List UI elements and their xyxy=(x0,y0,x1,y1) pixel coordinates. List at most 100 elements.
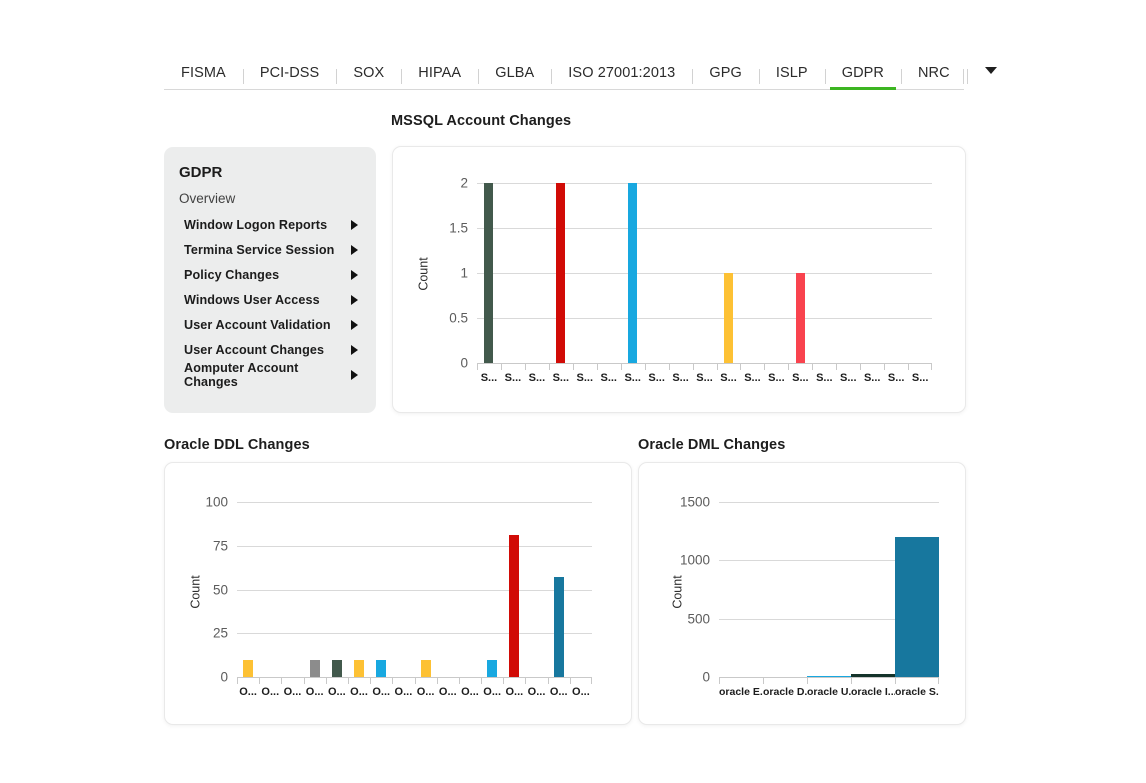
bar-slot xyxy=(788,184,812,363)
x-axis-tick-label: O... xyxy=(569,678,592,698)
sidebar-item-label: User Account Validation xyxy=(184,317,331,332)
x-axis-tick-label: S... xyxy=(596,364,621,384)
bar-slot xyxy=(281,503,303,677)
bar[interactable] xyxy=(487,659,498,677)
y-axis-tick-label: 1500 xyxy=(679,494,710,510)
tab-pci-dss[interactable]: PCI-DSS xyxy=(242,65,337,90)
bar-slot xyxy=(764,184,788,363)
sidebar-item-windows-user-access[interactable]: Windows User Access xyxy=(164,287,376,312)
sidebar-item-label: Windows User Access xyxy=(184,292,320,307)
sidebar-item-label: Policy Changes xyxy=(184,267,280,282)
bar[interactable] xyxy=(556,183,566,363)
y-axis-tick-label: 25 xyxy=(212,625,228,641)
bar[interactable] xyxy=(354,659,365,677)
x-axis-tick-label: O... xyxy=(237,678,259,698)
bar-slot xyxy=(525,184,549,363)
tabs-overflow-button[interactable] xyxy=(966,66,1015,90)
sidebar-item-termina-service-session[interactable]: Termina Service Session xyxy=(164,237,376,262)
bar-slot xyxy=(812,184,836,363)
sidebar-item-window-logon-reports[interactable]: Window Logon Reports xyxy=(164,212,376,237)
bar-slot xyxy=(548,503,570,677)
sidebar-title: GDPR xyxy=(179,164,223,181)
bar[interactable] xyxy=(420,659,431,677)
x-axis-tick-label: S... xyxy=(788,364,812,384)
compliance-tabbar: FISMA PCI-DSS SOX HIPAA GLBA ISO 27001:2… xyxy=(164,52,997,90)
bar-slot xyxy=(477,183,501,363)
tab-islp[interactable]: ISLP xyxy=(758,65,825,90)
oracle-ddl-chart-card: Count 0 25 50 75 100 O... O... O... O... O... O...… xyxy=(164,462,632,725)
bar[interactable] xyxy=(243,659,254,677)
x-axis-tick-label: O... xyxy=(347,678,370,698)
tab-nrc[interactable]: NRC xyxy=(900,65,967,90)
tab-fisma[interactable]: FISMA xyxy=(164,65,243,90)
bar[interactable] xyxy=(851,674,895,677)
tab-gdpr[interactable]: GDPR xyxy=(824,65,901,90)
sidebar-item-policy-changes[interactable]: Policy Changes xyxy=(164,262,376,287)
sidebar-item-user-account-changes[interactable]: User Account Changes xyxy=(164,337,376,362)
bar[interactable] xyxy=(795,273,805,363)
x-axis-tick-label: oracle D... xyxy=(763,678,807,698)
sidebar-item-aomputer-account-changes[interactable]: Aomputer Account Changes xyxy=(164,360,376,389)
bar-slot xyxy=(807,503,851,677)
tab-sox[interactable]: SOX xyxy=(336,65,401,90)
bar[interactable] xyxy=(376,659,387,677)
x-axis-tick-label: S... xyxy=(836,364,860,384)
chevron-right-icon xyxy=(351,294,358,305)
x-axis-tick-label: S... xyxy=(860,364,884,384)
x-axis-tick-label: O... xyxy=(414,678,437,698)
bar[interactable] xyxy=(509,535,520,677)
bar-slot xyxy=(259,503,281,677)
tab-iso-27001[interactable]: ISO 27001:2013 xyxy=(551,65,692,90)
bar[interactable] xyxy=(895,537,939,677)
sidebar-item-overview[interactable]: Overview xyxy=(164,181,376,212)
chevron-right-icon xyxy=(351,344,358,355)
oracle-dml-chart-card: Count 0 500 1000 1500 oracle E...oracle D...… xyxy=(638,462,966,725)
bar[interactable] xyxy=(309,659,320,677)
bar-slot xyxy=(549,183,573,363)
oracle-dml-chart-title: Oracle DML Changes xyxy=(638,437,786,453)
bar-series xyxy=(477,183,932,363)
bar-slot xyxy=(237,503,259,677)
x-axis-tick-label: S... xyxy=(548,364,573,384)
bar-slot xyxy=(573,184,597,363)
bar-series xyxy=(719,503,939,677)
sidebar-item-user-account-validation[interactable]: User Account Validation xyxy=(164,312,376,337)
bar-slot xyxy=(501,184,525,363)
app-page: FISMA PCI-DSS SOX HIPAA GLBA ISO 27001:2… xyxy=(0,0,1146,783)
bar[interactable] xyxy=(484,183,494,363)
chevron-right-icon xyxy=(351,319,358,330)
x-axis-tick-label: O... xyxy=(370,678,392,698)
x-axis-tick-label: O... xyxy=(458,678,481,698)
x-axis-tick-label: S... xyxy=(620,364,645,384)
x-axis-tick-label: oracle S... xyxy=(895,678,939,698)
x-axis-tick-label: O... xyxy=(392,678,414,698)
x-axis-tick-label: O... xyxy=(281,678,303,698)
y-axis-tick-label: 1 xyxy=(460,265,468,281)
bar-slot xyxy=(392,503,414,677)
bar-slot xyxy=(570,503,592,677)
bar-slot xyxy=(304,503,326,677)
bar-slot xyxy=(860,184,884,363)
tab-gpg[interactable]: GPG xyxy=(692,65,759,90)
tab-hipaa[interactable]: HIPAA xyxy=(401,65,478,90)
y-axis-tick-label: 75 xyxy=(212,538,228,554)
tab-glba[interactable]: GLBA xyxy=(478,65,551,90)
bar-slot xyxy=(437,503,459,677)
mssql-plot-area: 0 0.5 1 1.5 2 S... S... S... S... S... S... S... S..… xyxy=(449,176,932,384)
bar[interactable] xyxy=(628,183,638,363)
bar[interactable] xyxy=(724,273,733,363)
bar-slot xyxy=(326,503,348,677)
sidebar-item-label: Aomputer Account Changes xyxy=(184,360,299,389)
bar[interactable] xyxy=(807,675,851,677)
y-axis-tick-label: 50 xyxy=(212,582,228,597)
x-axis-tick-labels: S... S... S... S... S... S... S... S... S... S...… xyxy=(477,364,932,384)
y-axis-tick-label: 500 xyxy=(687,611,710,627)
oracle-dml-bar-chart: Count 0 500 1000 1500 oracle E...oracle D...… xyxy=(639,463,965,724)
bar[interactable] xyxy=(331,659,342,677)
y-axis-tick-label: 100 xyxy=(205,494,228,510)
x-axis-tick-labels: O... O... O... O... O... O... O... O... O... O...… xyxy=(237,678,592,698)
bar-slot xyxy=(645,184,669,363)
bar-slot xyxy=(884,184,908,363)
bar[interactable] xyxy=(553,577,564,677)
x-axis-tick-label: S... xyxy=(908,364,932,384)
